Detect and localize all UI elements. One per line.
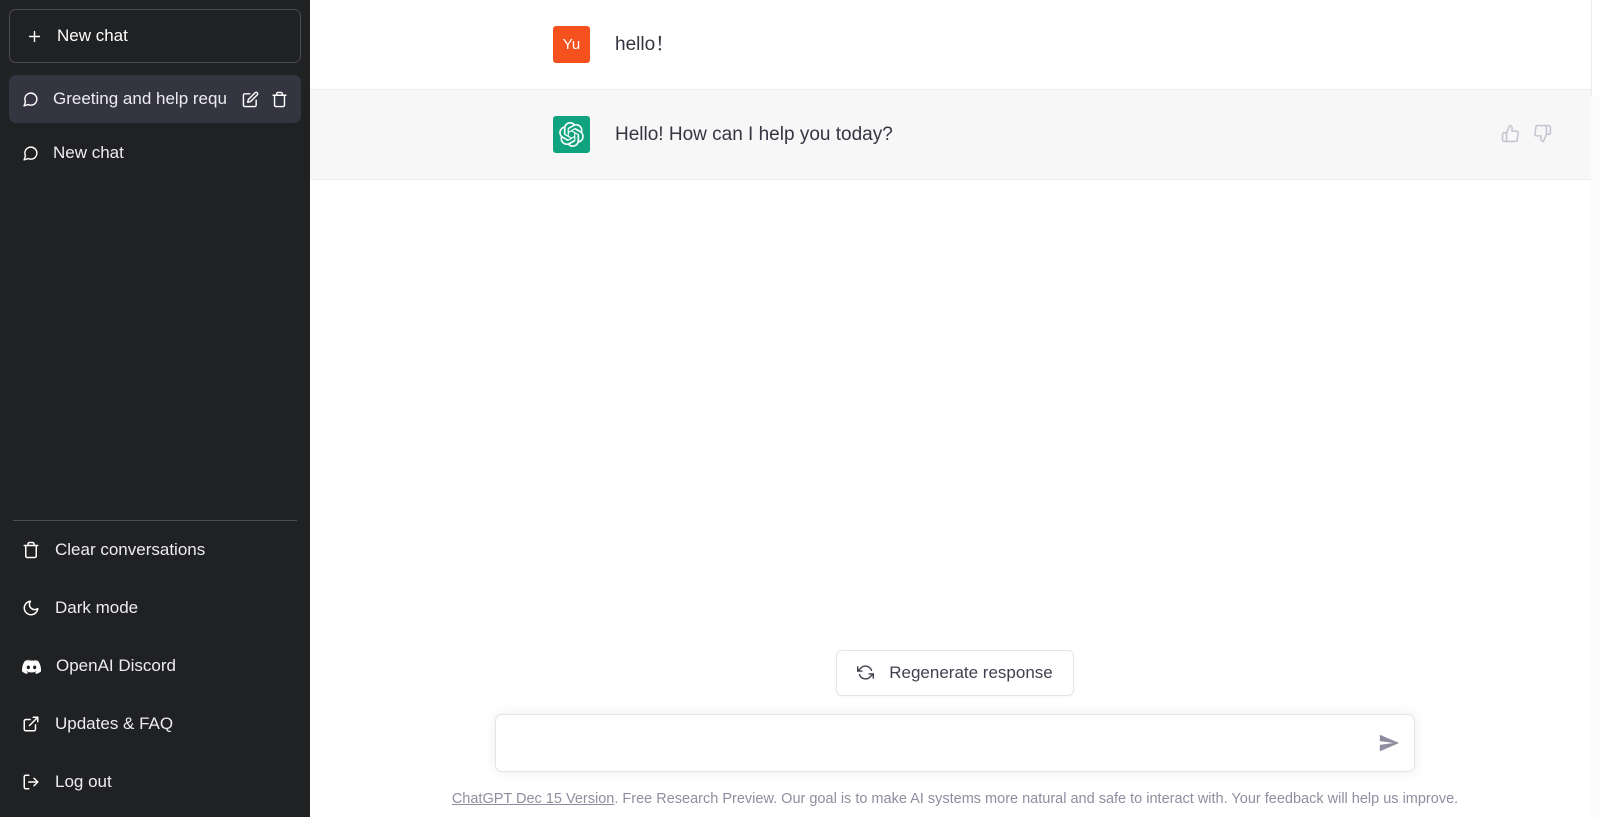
new-chat-button[interactable]: New chat <box>9 9 301 63</box>
message-text: Hello! How can I help you today? <box>615 124 893 145</box>
conversation-list: Greeting and help requ New chat <box>9 75 301 512</box>
vertical-scrollbar[interactable] <box>1591 0 1600 817</box>
sidebar-footer: Clear conversations Dark mode OpenAI Dis… <box>9 521 301 817</box>
plus-icon <box>26 28 43 45</box>
moon-icon <box>22 599 40 617</box>
message-text: hello！ <box>615 34 675 55</box>
main-panel: Yu hello！ Hello! How can I help you toda… <box>310 0 1600 817</box>
version-link[interactable]: ChatGPT Dec 15 Version <box>452 791 615 807</box>
refresh-icon <box>857 664 875 681</box>
avatar <box>553 116 590 153</box>
regenerate-response-label: Regenerate response <box>889 662 1053 682</box>
composer-area: Regenerate response ChatGPT Dec 15 Versi… <box>310 649 1600 817</box>
message-row-assistant: Hello! How can I help you today? <box>310 89 1600 180</box>
chatgpt-app: New chat Greeting and help requ New chat… <box>0 0 1600 817</box>
thumbs-up-icon[interactable] <box>1501 124 1520 143</box>
chat-input[interactable] <box>512 729 1362 756</box>
trash-icon[interactable] <box>271 91 288 108</box>
avatar: Yu <box>553 26 590 63</box>
conversation-actions <box>242 91 288 108</box>
chat-input-container[interactable] <box>495 713 1415 772</box>
message-inner: Hello! How can I help you today? <box>310 116 1600 153</box>
message-inner: Yu hello！ <box>310 26 1600 63</box>
regenerate-response-button[interactable]: Regenerate response <box>836 649 1074 696</box>
sidebar-item-openai-discord[interactable]: OpenAI Discord <box>9 637 301 695</box>
footer-notice-text: . Free Research Preview. Our goal is to … <box>614 790 1459 807</box>
sidebar-item-greeting-and-help-requ[interactable]: Greeting and help requ <box>9 75 301 123</box>
new-chat-label: New chat <box>57 26 128 45</box>
footer-notice: ChatGPT Dec 15 Version. Free Research Pr… <box>310 772 1600 817</box>
sidebar-item-label: Updates & FAQ <box>55 714 174 733</box>
send-icon[interactable] <box>1378 732 1400 754</box>
discord-icon <box>22 657 41 676</box>
trash-icon <box>22 541 40 559</box>
sidebar-item-updates-and-faq[interactable]: Updates & FAQ <box>9 695 301 753</box>
sidebar: New chat Greeting and help requ New chat… <box>0 0 310 817</box>
message-feedback-actions <box>1501 116 1552 153</box>
sidebar-item-label: Clear conversations <box>55 540 206 559</box>
sidebar-item-new-chat[interactable]: New chat <box>9 129 301 177</box>
sidebar-item-dark-mode[interactable]: Dark mode <box>9 579 301 637</box>
sidebar-item-label: Dark mode <box>55 598 139 617</box>
chat-bubble-icon <box>22 91 39 108</box>
sidebar-item-log-out[interactable]: Log out <box>9 753 301 811</box>
conversation-title: Greeting and help requ <box>53 89 227 108</box>
conversation-title: New chat <box>53 143 124 162</box>
logout-icon <box>22 773 40 791</box>
sidebar-item-clear-conversations[interactable]: Clear conversations <box>9 521 301 579</box>
pencil-icon[interactable] <box>242 91 259 108</box>
chat-bubble-icon <box>22 145 39 162</box>
external-link-icon <box>22 715 40 733</box>
sidebar-item-label: OpenAI Discord <box>56 656 176 675</box>
openai-logo-icon <box>559 122 584 147</box>
scrollbar-thumb[interactable] <box>1591 0 1600 96</box>
message-row-user: Yu hello！ <box>310 0 1600 89</box>
thumbs-down-icon[interactable] <box>1533 124 1552 143</box>
sidebar-item-label: Log out <box>55 772 112 791</box>
